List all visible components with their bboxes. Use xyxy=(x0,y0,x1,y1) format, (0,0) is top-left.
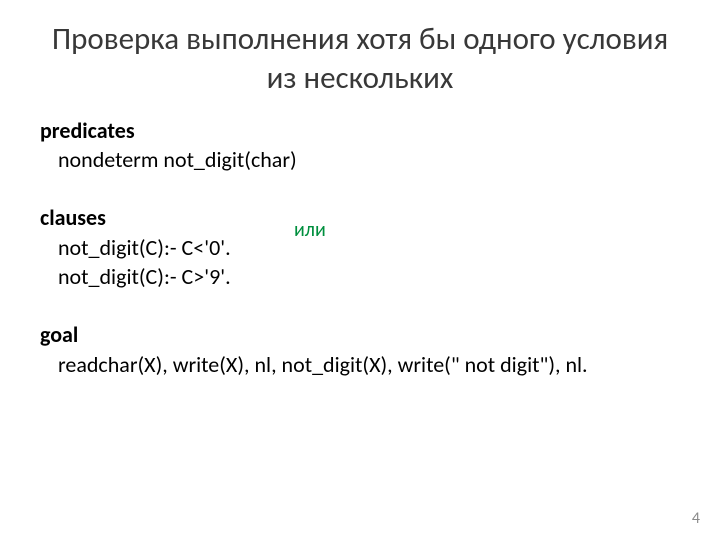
page-number: 4 xyxy=(692,509,700,528)
clauses-line-1: not_digit(C):- C<'0'. xyxy=(40,233,680,263)
goal-line: readchar(X), write(X), nl, not_digit(X),… xyxy=(40,350,680,380)
slide: Проверка выполнения хотя бы одного услов… xyxy=(0,0,720,379)
or-annotation: или xyxy=(294,217,326,244)
slide-body: predicates nondeterm not_digit(char) cla… xyxy=(40,116,680,380)
clauses-heading: clauses xyxy=(40,203,680,233)
slide-title: Проверка выполнения хотя бы одного услов… xyxy=(40,20,680,98)
clauses-block: clauses not_digit(C):- C<'0'. not_digit(… xyxy=(40,203,680,292)
goal-heading: goal xyxy=(40,320,680,350)
predicates-line: nondeterm not_digit(char) xyxy=(40,145,680,175)
clauses-line-2: not_digit(C):- C>'9'. xyxy=(40,262,680,292)
predicates-block: predicates nondeterm not_digit(char) xyxy=(40,116,680,175)
goal-block: goal readchar(X), write(X), nl, not_digi… xyxy=(40,320,680,379)
predicates-heading: predicates xyxy=(40,116,680,146)
